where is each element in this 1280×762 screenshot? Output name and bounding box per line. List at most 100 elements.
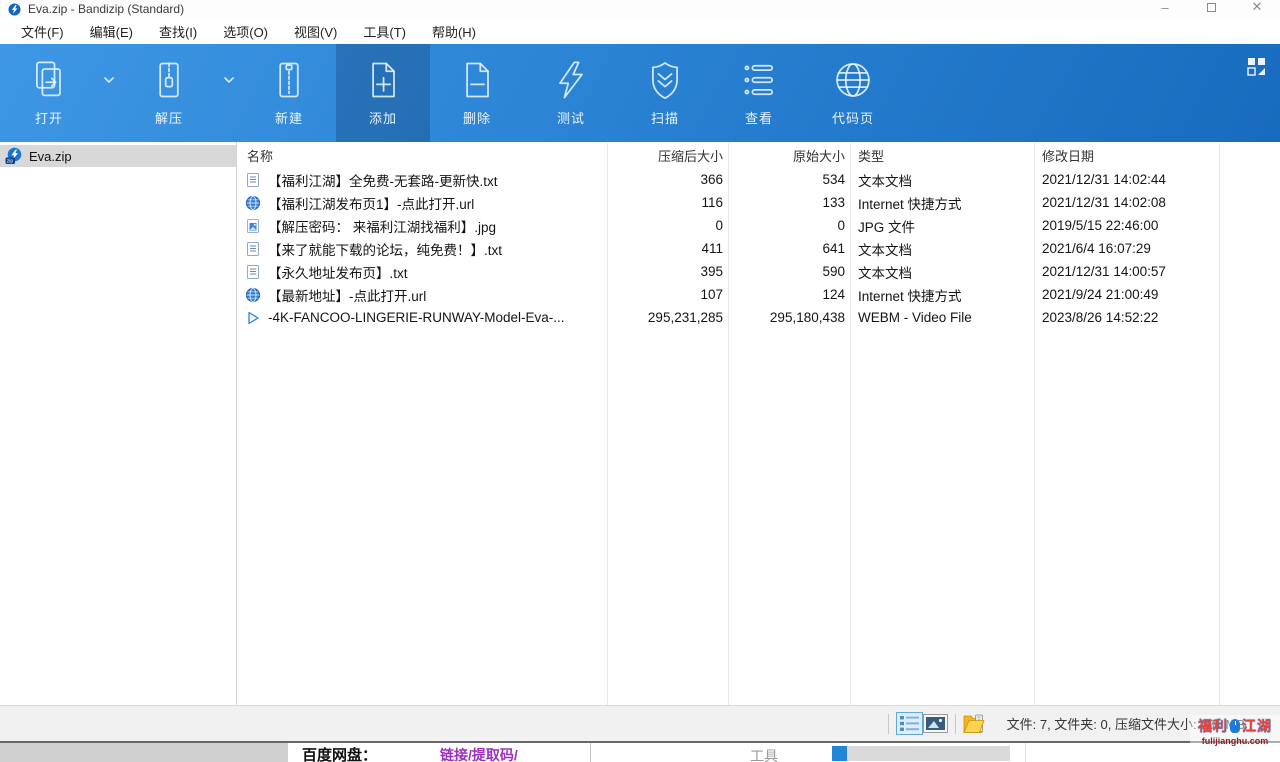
progress-bar [832,746,1010,761]
text-file-icon [245,241,261,257]
file-original-size: 534 [728,168,850,191]
view-icon [737,58,781,102]
menu-tools[interactable]: 工具(T) [350,19,419,44]
file-name: 【来了就能下载的论坛，纯免费！】.txt [268,239,502,259]
statusbar-divider [955,714,956,734]
file-type: 文本文档 [850,237,1034,260]
file-row[interactable]: 【最新地址】-点此打开.url107124Internet 快捷方式2021/9… [237,283,1280,306]
column-header-modified-date[interactable]: 修改日期 [1034,142,1219,168]
file-compressed-size: 295,231,285 [607,306,728,329]
file-name: 【福利江湖发布页1】-点此打开.url [268,193,474,213]
file-original-size: 0 [728,214,850,237]
file-row[interactable]: 【来了就能下载的论坛，纯免费！】.txt411641文本文档2021/6/4 1… [237,237,1280,260]
toolbar-button-scan[interactable]: 扫描 [618,44,712,142]
tools-label: 工具 [750,746,778,762]
archive-folder-icon [963,713,985,734]
column-header-type[interactable]: 类型 [850,142,1034,168]
file-row[interactable]: 【永久地址发布页】.txt395590文本文档2021/12/31 14:00:… [237,260,1280,283]
bandizip-archive-icon: zip [5,147,23,165]
url-file-icon [245,287,261,303]
minimize-button[interactable]: – [1142,0,1188,17]
menu-help[interactable]: 帮助(H) [419,19,489,44]
file-type: JPG 文件 [850,214,1034,237]
toolbar-button-codepage[interactable]: 代码页 [806,44,900,142]
toolbar-button-add[interactable]: 添加 [336,44,430,142]
toolbar-button-scan-label: 扫描 [651,108,679,127]
file-name: 【永久地址发布页】.txt [268,262,408,282]
menu-options[interactable]: 选项(O) [210,19,281,44]
toolbar-button-open-label: 打开 [35,108,63,127]
file-row[interactable]: 【解压密码： 来福利江湖找福利】.jpg00JPG 文件2019/5/15 22… [237,214,1280,237]
file-row[interactable]: -4K-FANCOO-LINGERIE-RUNWAY-Model-Eva-...… [237,306,1280,329]
toolbar-button-new-archive-label: 新建 [275,108,303,127]
toolbar-button-add-label: 添加 [369,108,397,127]
statusbar-divider [888,714,889,734]
toolbar-button-new-archive[interactable]: 新建 [242,44,336,142]
column-header-original-size[interactable]: 原始大小 [728,142,850,168]
menu-view[interactable]: 视图(V) [281,19,350,44]
background-window: 百度网盘： 链接/提取码/ 工具 [0,741,1280,762]
toolbar-button-codepage-label: 代码页 [832,108,874,127]
archive-comment-button[interactable] [963,713,985,734]
file-compressed-size: 366 [607,168,728,191]
baidu-pan-link[interactable]: 链接/提取码/ [440,745,518,762]
toolbar-button-extract[interactable]: 解压 [122,44,216,142]
bandizip-app-icon [8,3,21,16]
url-file-icon [245,195,261,211]
archive-tree-panel: zip Eva.zip [0,142,237,705]
file-original-size: 124 [728,283,850,306]
maximize-button[interactable] [1188,0,1234,17]
column-header-name[interactable]: 名称 [237,142,607,168]
main-content: zip Eva.zip ˆ 名称 压缩后大小 原始大小 类型 修改日期 【福利江… [0,142,1280,705]
sidebar-item-eva-zip[interactable]: zip Eva.zip [0,145,236,167]
background-window-panel [0,743,288,762]
file-modified-date: 2021/6/4 16:07:29 [1034,237,1219,260]
file-row[interactable]: 【福利江湖】全免费-无套路-更新快.txt366534文本文档2021/12/3… [237,168,1280,191]
details-view-icon [896,712,923,735]
menubar: 文件(F) 编辑(E) 查找(I) 选项(O) 视图(V) 工具(T) 帮助(H… [0,18,1280,44]
file-modified-date: 2021/12/31 14:02:44 [1034,168,1219,191]
chevron-down-icon [103,76,115,84]
site-watermark: 福利 江湖 fulijianghu.com [1190,715,1280,747]
toolbar-button-view[interactable]: 查看 [712,44,806,142]
toolbar-button-open[interactable]: 打开 [2,44,96,142]
file-modified-date: 2019/5/15 22:46:00 [1034,214,1219,237]
open-dropdown-button[interactable] [96,44,122,142]
extract-icon [147,58,191,102]
new-archive-icon [267,58,311,102]
statusbar: 文件: 7, 文件夹: 0, 压缩文件大小: 281 MB [0,705,1280,741]
menu-file[interactable]: 文件(F) [8,19,77,44]
divider [1025,743,1026,762]
toolbar: 打开 解压 新建 [0,44,1280,142]
test-icon [549,58,593,102]
file-compressed-size: 395 [607,260,728,283]
column-header-compressed-size[interactable]: 压缩后大小 [607,142,728,168]
file-row[interactable]: 【福利江湖发布页1】-点此打开.url116133Internet 快捷方式20… [237,191,1280,214]
file-original-size: 590 [728,260,850,283]
menu-find[interactable]: 查找(I) [146,19,210,44]
watermark-site-url: fulijianghu.com [1190,736,1280,746]
bandizip-window: Eva.zip - Bandizip (Standard) – ✕ 文件(F) … [0,0,1280,741]
file-name: 【解压密码： 来福利江湖找福利】.jpg [268,216,496,236]
toolbar-button-view-label: 查看 [745,108,773,127]
file-name: 【最新地址】-点此打开.url [268,285,426,305]
toolbar-button-test[interactable]: 测试 [524,44,618,142]
menu-edit[interactable]: 编辑(E) [77,19,146,44]
file-name: -4K-FANCOO-LINGERIE-RUNWAY-Model-Eva-... [268,310,565,325]
codepage-icon [831,58,875,102]
file-modified-date: 2021/9/24 21:00:49 [1034,283,1219,306]
layout-toggle-icon[interactable] [1246,56,1268,78]
file-original-size: 133 [728,191,850,214]
toolbar-button-delete[interactable]: 删除 [430,44,524,142]
text-file-icon [245,172,261,188]
add-icon [361,58,405,102]
toolbar-button-extract-label: 解压 [155,108,183,127]
file-type: WEBM - Video File [850,306,1034,329]
file-compressed-size: 411 [607,237,728,260]
file-list-panel: ˆ 名称 压缩后大小 原始大小 类型 修改日期 【福利江湖】全免费-无套路-更新… [237,142,1280,705]
extract-dropdown-button[interactable] [216,44,242,142]
toolbar-button-test-label: 测试 [557,108,585,127]
details-view-button[interactable] [896,712,923,735]
preview-view-button[interactable] [923,714,948,733]
close-button[interactable]: ✕ [1234,0,1280,17]
